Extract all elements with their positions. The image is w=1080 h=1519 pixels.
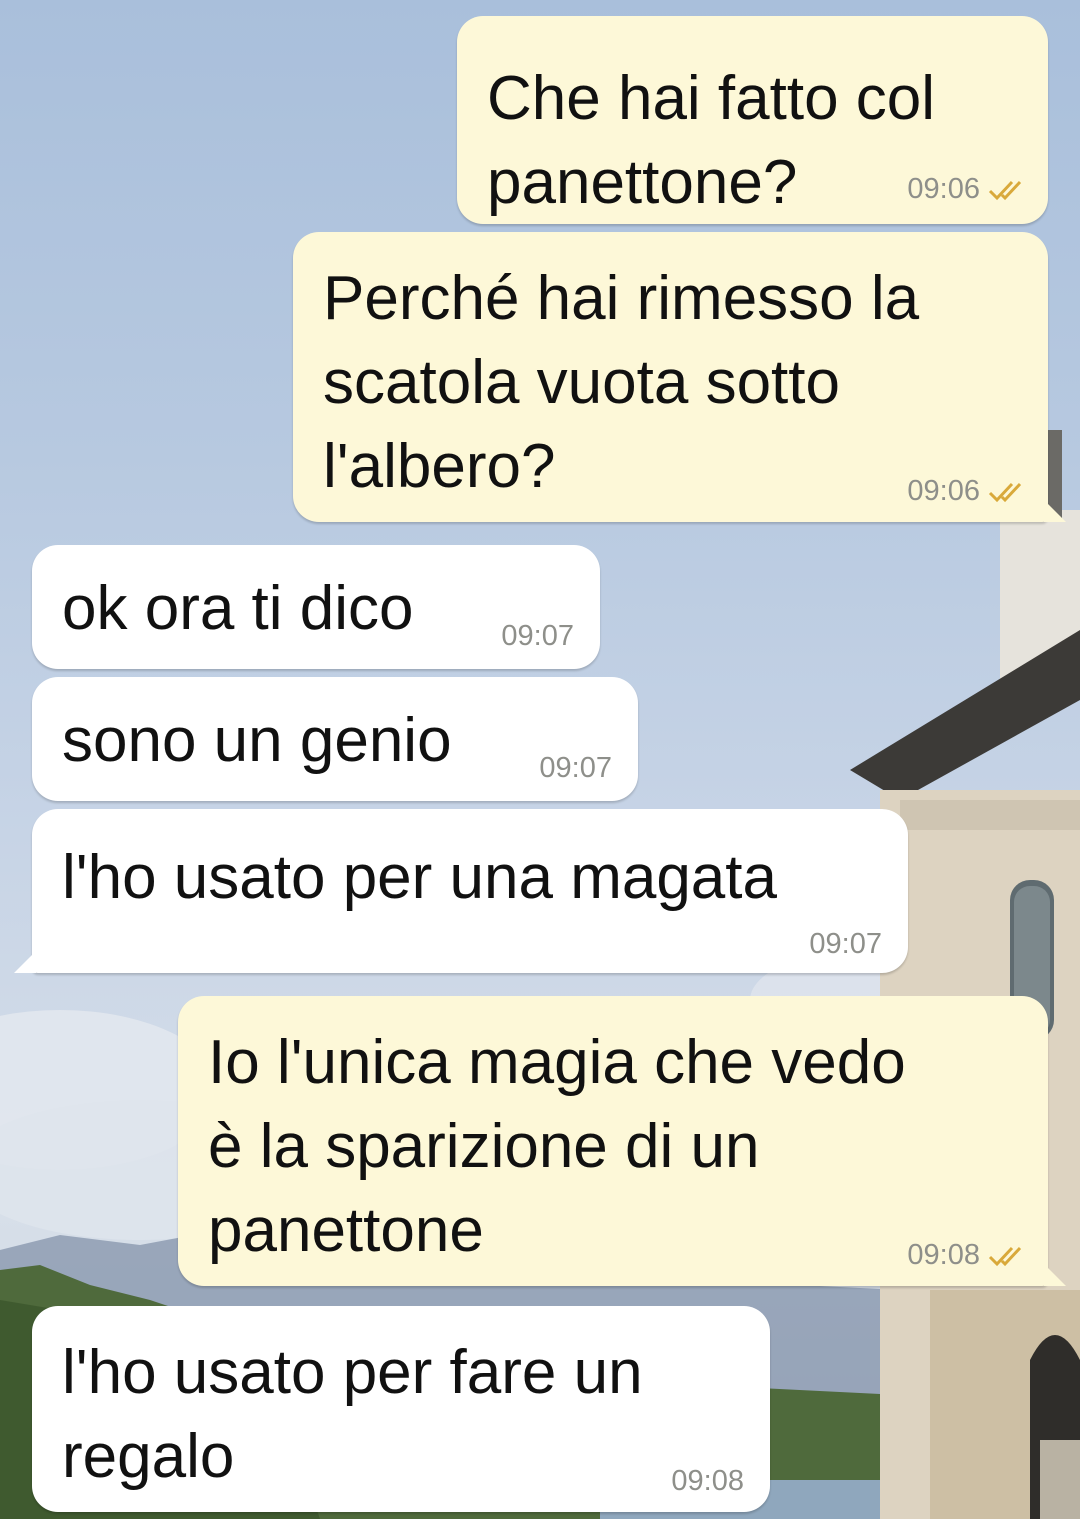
message-bubble-outgoing[interactable]: Io l'unica magia che vedo è la sparizion…: [178, 996, 1048, 1286]
message-timestamp: 09:07: [501, 620, 574, 652]
message-bubble-incoming[interactable]: ok ora ti dico 09:07: [32, 545, 600, 669]
message-meta: 09:07: [501, 620, 574, 653]
message-text-line: scatola vuota sotto: [323, 348, 840, 417]
message-meta: 09:06: [907, 475, 1028, 508]
message-timestamp: 09:06: [907, 475, 980, 507]
message-meta: 09:07: [539, 752, 612, 785]
double-check-icon: [988, 1246, 1022, 1266]
message-bubble-incoming[interactable]: l'ho usato per una magata 09:07: [32, 809, 908, 973]
message-text-line: panettone: [208, 1196, 484, 1265]
message-timestamp: 09:08: [671, 1465, 744, 1497]
message-meta: 09:08: [907, 1239, 1028, 1272]
message-text-line: l'ho usato per una magata: [62, 843, 777, 912]
message-timestamp: 09:07: [539, 752, 612, 784]
building-facade: [850, 430, 1080, 1519]
message-meta: 09:08: [671, 1465, 744, 1498]
message-timestamp: 09:08: [907, 1239, 980, 1271]
bubble-tail: [1044, 500, 1066, 522]
double-check-icon: [988, 180, 1022, 200]
bubble-tail: [1044, 1264, 1066, 1286]
message-text-line: regalo: [62, 1422, 235, 1491]
message-text-line: è la sparizione di un: [208, 1112, 760, 1181]
message-text-line: Perché hai rimesso la: [323, 264, 920, 333]
message-text-line: sono un genio: [62, 706, 452, 775]
message-text-line: Io l'unica magia che vedo: [208, 1028, 906, 1097]
message-timestamp: 09:06: [907, 173, 980, 205]
message-meta: 09:07: [809, 928, 882, 961]
message-text-line: ok ora ti dico: [62, 574, 414, 643]
message-bubble-incoming[interactable]: sono un genio 09:07: [32, 677, 638, 801]
message-bubble-outgoing[interactable]: Perché hai rimesso la scatola vuota sott…: [293, 232, 1048, 522]
message-bubble-outgoing[interactable]: Che hai fatto col panettone? 09:06: [457, 16, 1048, 224]
message-text-line: l'ho usato per fare un: [62, 1338, 643, 1407]
double-check-icon: [988, 482, 1022, 502]
message-bubble-incoming[interactable]: l'ho usato per fare un regalo 09:08: [32, 1306, 770, 1512]
message-text-line: Che hai fatto col: [487, 64, 936, 133]
message-text-line: l'albero?: [323, 432, 556, 501]
message-timestamp: 09:07: [809, 928, 882, 960]
bubble-tail: [14, 951, 36, 973]
message-meta: 09:06: [907, 173, 1028, 206]
message-text-line: panettone?: [487, 148, 798, 217]
